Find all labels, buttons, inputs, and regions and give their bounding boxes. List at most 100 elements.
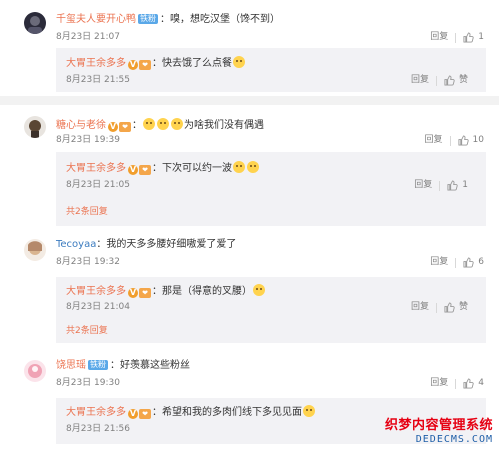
watermark: 织梦内容管理系统 DEDECMS.COM <box>385 418 493 446</box>
reply-time: 8月23日 21:05 <box>66 180 130 190</box>
watermark-title: 织梦内容管理系统 <box>384 418 493 433</box>
reply-username[interactable]: 大胃王余多多 <box>66 286 126 297</box>
reply-box: 大胃王余多多 V ❤ ：下次可以约一波 8月23日 21:05 回复 1 共2条回复 <box>56 152 486 226</box>
comment-item: 糖心与老徐 V ❤：为啥我们没有偶遇 8月23日 19:39 回复 10 大胃王余多… <box>16 112 490 227</box>
divider <box>435 75 437 86</box>
v-verified-icon: V <box>128 288 138 298</box>
comment-actions: 回复 10 <box>425 135 484 146</box>
emoji-icon <box>143 118 155 130</box>
v-verified-icon: V <box>128 409 138 419</box>
reply-username[interactable]: 大胃王余多多 <box>66 163 126 174</box>
divider <box>439 180 441 191</box>
reply-actions: 回复 赞 <box>411 302 468 313</box>
fan-badge: 铁粉 <box>138 14 158 24</box>
thumb-up-icon <box>463 257 474 268</box>
emoji-icon <box>171 118 183 130</box>
comment-text: ：嗅，想吃汉堡（馋不到） <box>160 14 280 25</box>
reply-username[interactable]: 大胃王余多多 <box>66 407 126 418</box>
emoji-icon <box>247 161 259 173</box>
emoji-icon <box>233 161 245 173</box>
comment-username[interactable]: Tecoyaa <box>56 239 96 250</box>
like-button[interactable]: 赞 <box>444 75 468 86</box>
emoji-icon <box>157 118 169 130</box>
reply-button[interactable]: 回复 <box>430 32 448 43</box>
reply-actions: 回复 赞 <box>411 75 468 86</box>
reply-box: 大胃王余多多 V ❤ ：那是（得意的叉腰） 8月23日 21:04 回复 赞 共2条回… <box>56 277 486 343</box>
thumb-up-icon <box>458 135 469 146</box>
rank-icon: ❤ <box>139 409 151 419</box>
like-button[interactable]: 赞 <box>444 302 468 313</box>
comment-item: Tecoyaa：我的天多多腰好细嗷爱了爱了 8月23日 19:32 回复 6 大… <box>16 233 490 345</box>
like-count: 1 <box>478 32 484 42</box>
thumb-up-icon <box>444 302 455 313</box>
like-button[interactable]: 4 <box>463 378 484 389</box>
like-count: 1 <box>462 180 468 190</box>
reply-button[interactable]: 回复 <box>414 180 432 191</box>
comment-text: ：好羡慕这些粉丝 <box>110 360 190 371</box>
reply-time: 8月23日 21:56 <box>66 424 130 434</box>
reply-text: ：快去饿了么点餐 <box>152 58 232 69</box>
thumb-up-icon <box>463 378 474 389</box>
divider <box>455 257 457 268</box>
like-count: 10 <box>472 135 484 145</box>
reply-button[interactable]: 回复 <box>430 378 448 389</box>
comment-username[interactable]: 饶思瑶 <box>56 360 86 371</box>
more-replies-link[interactable]: 共2条回复 <box>66 326 108 337</box>
like-button[interactable]: 1 <box>463 32 484 43</box>
comment-username[interactable]: 糖心与老徐 <box>56 120 106 131</box>
comment-item: 千玺夫人要开心鸭 铁粉 ：嗅，想吃汉堡（馋不到） 8月23日 21:07 回复 1 … <box>16 8 490 94</box>
comment-text: 为啥我们没有偶遇 <box>184 120 264 131</box>
reply-text: ：那是（得意的叉腰） <box>152 286 252 297</box>
like-button[interactable]: 6 <box>463 257 484 268</box>
reply-line: 大胃王余多多 V ❤ ：希望和我的多肉们线下多见见面 <box>66 405 316 419</box>
section-divider <box>0 96 499 105</box>
thumb-up-icon <box>447 180 458 191</box>
avatar[interactable] <box>24 239 46 261</box>
reply-line: 大胃王余多多 V ❤ ：快去饿了么点餐 <box>66 56 246 70</box>
like-count: 赞 <box>458 302 468 312</box>
reply-time: 8月23日 21:04 <box>66 302 130 312</box>
v-verified-icon: V <box>108 122 118 132</box>
divider <box>449 135 451 146</box>
reply-text: ：下次可以约一波 <box>152 163 232 174</box>
reply-actions: 回复 1 <box>414 180 468 191</box>
reply-button[interactable]: 回复 <box>430 257 448 268</box>
comment-username[interactable]: 千玺夫人要开心鸭 <box>56 14 136 25</box>
emoji-icon <box>253 284 265 296</box>
comment-line: 饶思瑶 铁粉 ：好羡慕这些粉丝 <box>56 360 190 372</box>
thumb-up-icon <box>444 75 455 86</box>
reply-button[interactable]: 回复 <box>425 135 443 146</box>
like-button[interactable]: 1 <box>447 180 468 191</box>
comment-line: 千玺夫人要开心鸭 铁粉 ：嗅，想吃汉堡（馋不到） <box>56 14 280 26</box>
rank-icon: ❤ <box>119 122 131 132</box>
reply-username[interactable]: 大胃王余多多 <box>66 58 126 69</box>
watermark-domain: DEDECMS.COM <box>415 434 493 445</box>
reply-line: 大胃王余多多 V ❤ ：那是（得意的叉腰） <box>66 284 266 298</box>
rank-icon: ❤ <box>139 288 151 298</box>
rank-icon: ❤ <box>139 60 151 70</box>
comment-actions: 回复 6 <box>430 257 484 268</box>
like-button[interactable]: 10 <box>458 135 484 146</box>
comment-actions: 回复 4 <box>430 378 484 389</box>
emoji-icon <box>303 405 315 417</box>
reply-line: 大胃王余多多 V ❤ ：下次可以约一波 <box>66 161 260 175</box>
comment-text: ：我的天多多腰好细嗷爱了爱了 <box>96 239 237 250</box>
divider <box>455 378 457 389</box>
reply-text: ：希望和我的多肉们线下多见见面 <box>152 407 302 418</box>
fan-badge: 铁粉 <box>88 360 108 370</box>
comment-time: 8月23日 19:30 <box>56 378 120 388</box>
divider <box>435 302 437 313</box>
comment-line: 糖心与老徐 V ❤：为啥我们没有偶遇 <box>56 118 264 132</box>
avatar[interactable] <box>24 12 46 34</box>
avatar[interactable] <box>24 116 46 138</box>
rank-icon: ❤ <box>139 165 151 175</box>
like-count: 赞 <box>458 75 468 85</box>
reply-button[interactable]: 回复 <box>411 302 429 313</box>
comment-time: 8月23日 19:32 <box>56 257 120 267</box>
reply-button[interactable]: 回复 <box>411 75 429 86</box>
avatar[interactable] <box>24 360 46 382</box>
divider <box>455 32 457 43</box>
more-replies-link[interactable]: 共2条回复 <box>66 207 108 218</box>
emoji-icon <box>233 56 245 68</box>
v-verified-icon: V <box>128 60 138 70</box>
